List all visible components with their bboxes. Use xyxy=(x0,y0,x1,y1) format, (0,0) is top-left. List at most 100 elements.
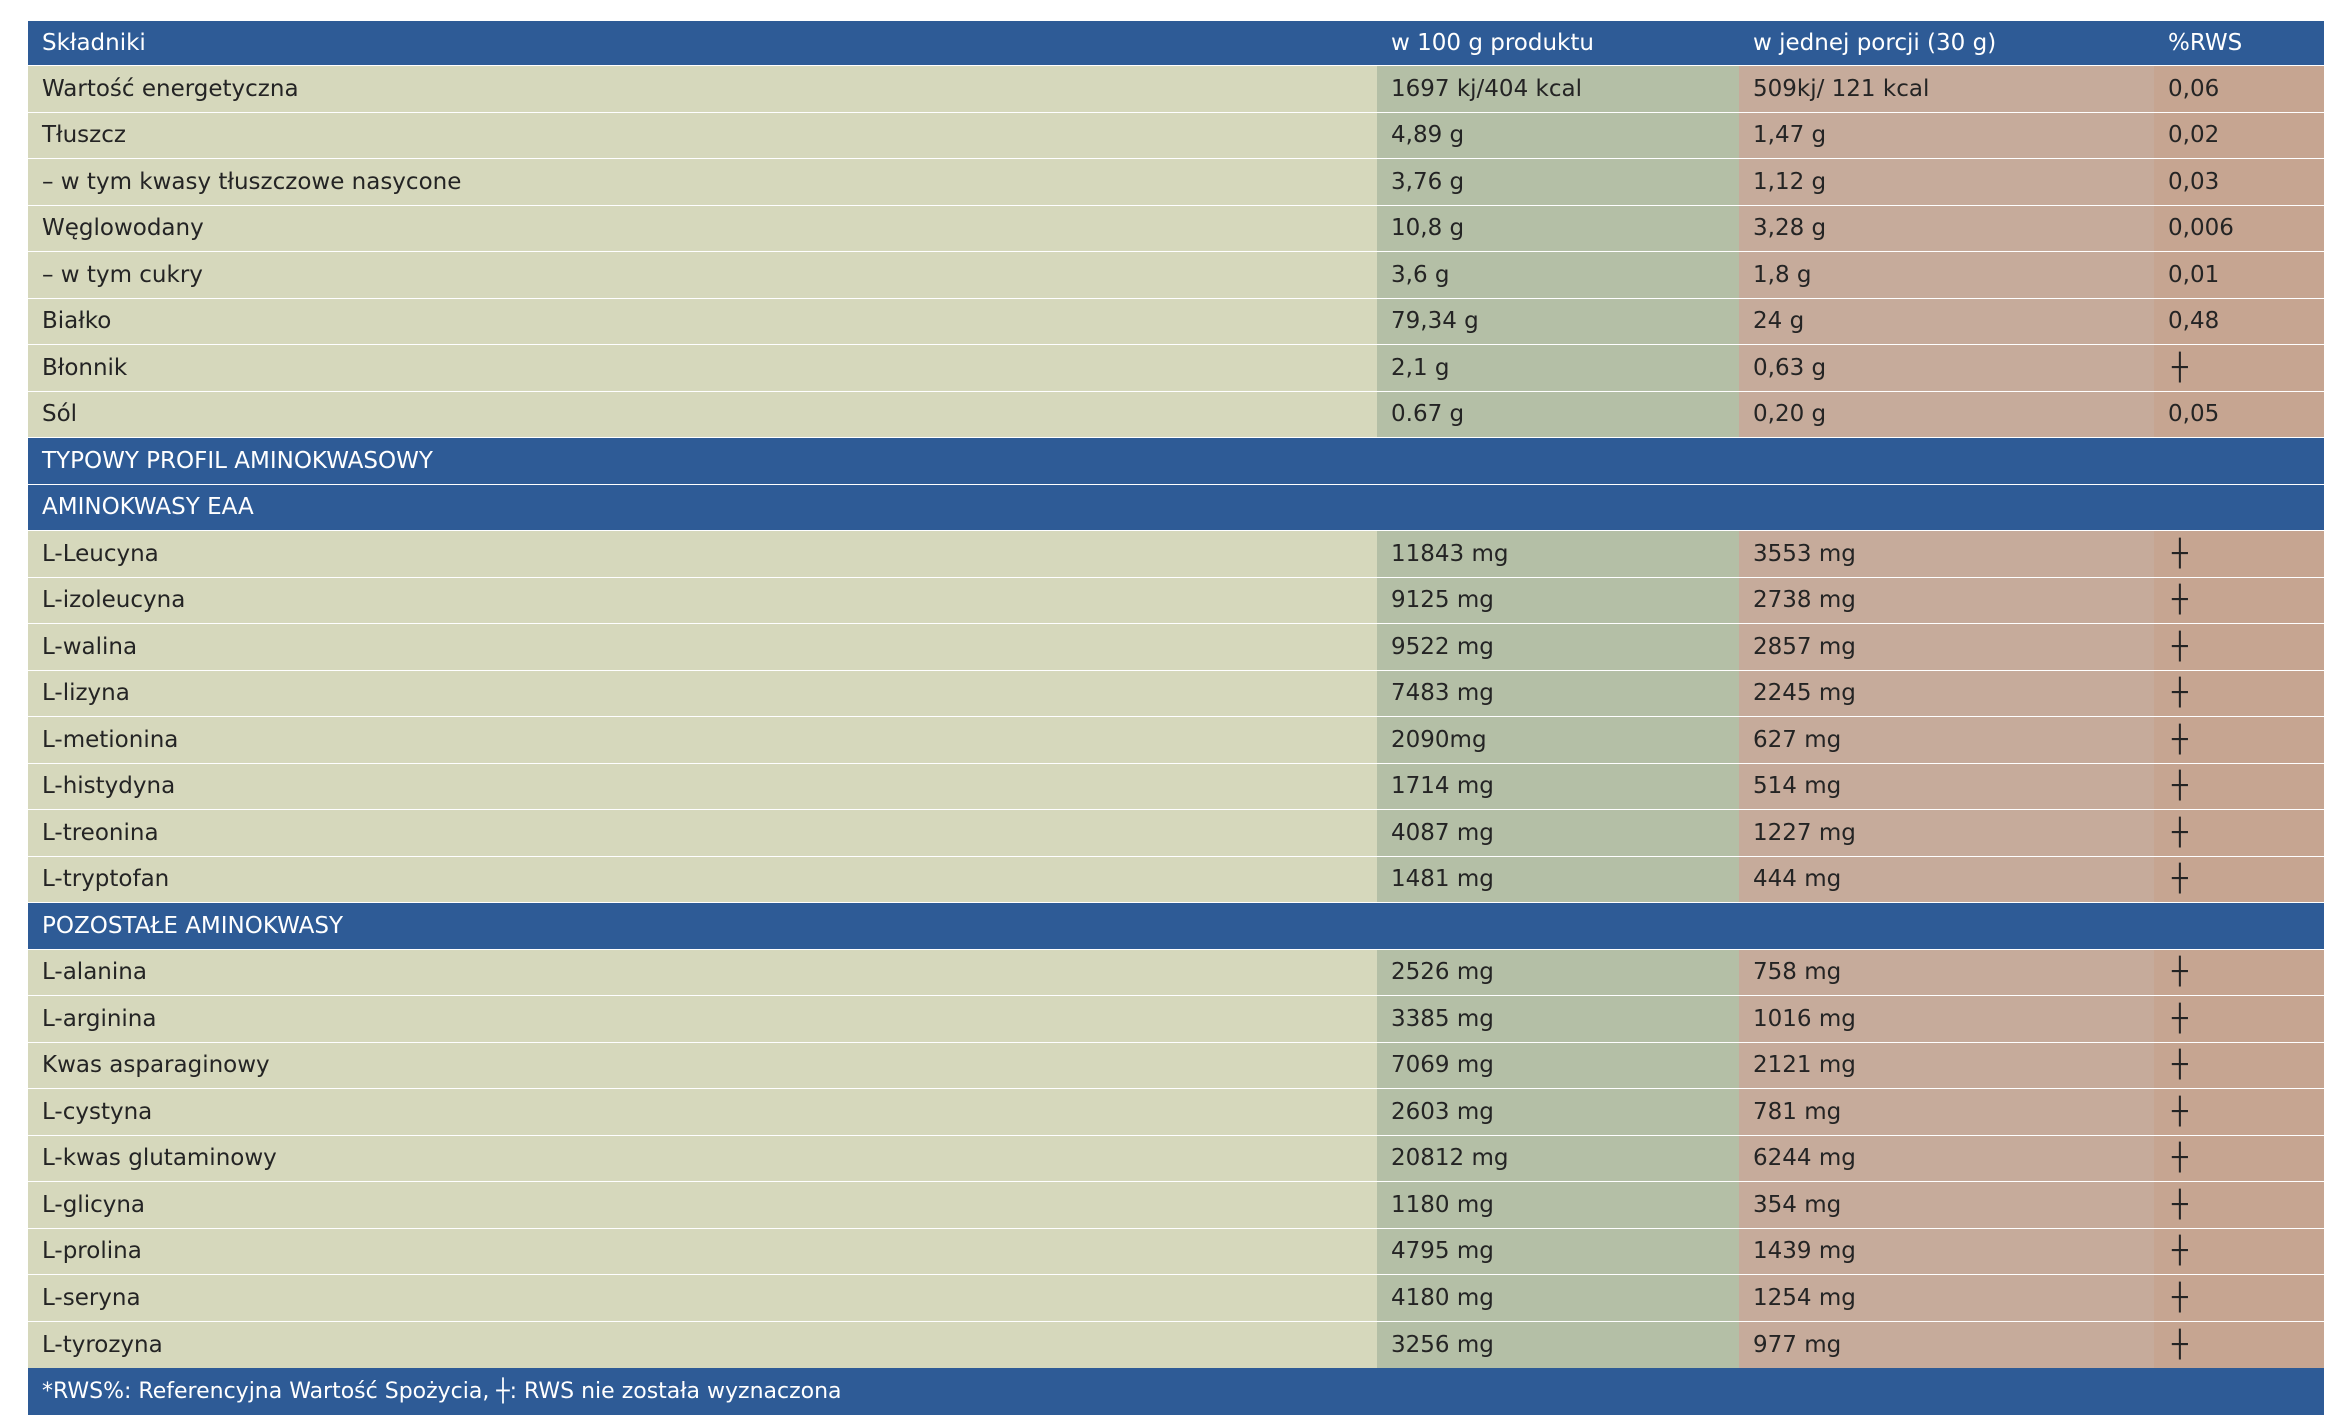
per-100g-cell: 9125 mg xyxy=(1377,577,1739,623)
ingredient-cell: L-arginina xyxy=(28,996,1377,1042)
ingredient-cell: L-seryna xyxy=(28,1275,1377,1321)
ingredient-cell: – w tym cukry xyxy=(28,252,1377,298)
ingredient-cell: L-alanina xyxy=(28,949,1377,995)
table-row: – w tym kwasy tłuszczowe nasycone 3,76 g1… xyxy=(28,159,2324,206)
table-row: Wartość energetyczna 1697 kj/404 kcal 509k… xyxy=(28,66,2324,113)
per-serving-cell: 3553 mg xyxy=(1739,531,2154,577)
per-serving-cell: 3,28 g xyxy=(1739,205,2154,251)
per-serving-cell: 6244 mg xyxy=(1739,1135,2154,1181)
ingredient-cell: Błonnik xyxy=(28,345,1377,391)
header-per-100g: w 100 g produktu xyxy=(1377,21,1739,65)
per-100g-cell: 1180 mg xyxy=(1377,1182,1739,1228)
ingredient-cell: Sól xyxy=(28,391,1377,437)
per-100g-cell: 0.67 g xyxy=(1377,391,1739,437)
per-serving-cell: 1254 mg xyxy=(1739,1275,2154,1321)
per-serving-cell: 1,8 g xyxy=(1739,252,2154,298)
per-serving-cell: 24 g xyxy=(1739,298,2154,344)
rws-cell: ┼ xyxy=(2154,949,2324,995)
per-serving-cell: 2121 mg xyxy=(1739,1042,2154,1088)
ingredient-cell: L-glicyna xyxy=(28,1182,1377,1228)
table-row: L-arginina 3385 mg 1016 mg ┼ xyxy=(28,996,2324,1043)
rws-cell: 0,05 xyxy=(2154,391,2324,437)
rws-cell: ┼ xyxy=(2154,1042,2324,1088)
per-100g-cell: 4087 mg xyxy=(1377,810,1739,856)
per-100g-cell: 3,6 g xyxy=(1377,252,1739,298)
table-header-row: Składniki w 100 g produktu w jednej porc… xyxy=(28,21,2324,66)
per-serving-cell: 354 mg xyxy=(1739,1182,2154,1228)
per-serving-cell: 2245 mg xyxy=(1739,670,2154,716)
rws-cell: ┼ xyxy=(2154,717,2324,763)
per-100g-cell: 1481 mg xyxy=(1377,856,1739,902)
rws-cell: ┼ xyxy=(2154,624,2324,670)
table-row: L-tryptofan 1481 mg 444 mg ┼ xyxy=(28,856,2324,903)
nutrition-table: Składniki w 100 g produktu w jednej porc… xyxy=(28,21,2324,1415)
per-100g-cell: 4795 mg xyxy=(1377,1228,1739,1274)
per-serving-cell: 509kj/ 121 kcal xyxy=(1739,66,2154,112)
rws-cell: 0,06 xyxy=(2154,66,2324,112)
per-100g-cell: 2526 mg xyxy=(1377,949,1739,995)
header-ingredients: Składniki xyxy=(28,21,1377,65)
ingredient-cell: L-histydyna xyxy=(28,763,1377,809)
table-row: L-metionina 2090mg 627 mg ┼ xyxy=(28,717,2324,764)
rws-cell: ┼ xyxy=(2154,1089,2324,1135)
per-100g-cell: 4,89 g xyxy=(1377,112,1739,158)
per-serving-cell: 1227 mg xyxy=(1739,810,2154,856)
table-row: L-prolina 4795 mg 1439 mg ┼ xyxy=(28,1228,2324,1275)
rws-cell: 0,02 xyxy=(2154,112,2324,158)
table-row: – w tym cukry 3,6 g 1,8 g 0,01 xyxy=(28,252,2324,299)
ingredient-cell: Wartość energetyczna xyxy=(28,66,1377,112)
per-serving-cell: 758 mg xyxy=(1739,949,2154,995)
rws-cell: 0,48 xyxy=(2154,298,2324,344)
per-serving-cell: 627 mg xyxy=(1739,717,2154,763)
per-serving-cell: 514 mg xyxy=(1739,763,2154,809)
rws-cell: ┼ xyxy=(2154,1228,2324,1274)
per-100g-cell: 1697 kj/404 kcal xyxy=(1377,66,1739,112)
per-100g-cell: 9522 mg xyxy=(1377,624,1739,670)
table-row: L-tyrozyna 3256 mg 977 mg ┼ xyxy=(28,1321,2324,1368)
table-row: Tłuszcz 4,89 g 1,47 g 0,02 xyxy=(28,112,2324,159)
header-per-serving: w jednej porcji (30 g) xyxy=(1739,21,2154,65)
ingredient-cell: L-tryptofan xyxy=(28,856,1377,902)
per-100g-cell: 7069 mg xyxy=(1377,1042,1739,1088)
ingredient-cell: L-walina xyxy=(28,624,1377,670)
table-row: Kwas asparaginowy 7069 mg 2121 mg ┼ xyxy=(28,1042,2324,1089)
ingredient-cell: Kwas asparaginowy xyxy=(28,1042,1377,1088)
rws-cell: ┼ xyxy=(2154,1321,2324,1368)
footnote: *RWS%: Referencyjna Wartość Spożycia, ┼:… xyxy=(42,1378,842,1404)
rws-cell: 0,006 xyxy=(2154,205,2324,251)
table-footer-row: *RWS%: Referencyjna Wartość Spożycia, ┼:… xyxy=(28,1368,2324,1415)
table-row: L-Leucyna 11843 mg 3553 mg ┼ xyxy=(28,531,2324,578)
rws-cell: ┼ xyxy=(2154,856,2324,902)
section-header-row: TYPOWY PROFIL AMINOKWASOWY xyxy=(28,438,2324,485)
rws-cell: ┼ xyxy=(2154,531,2324,577)
per-100g-cell: 2603 mg xyxy=(1377,1089,1739,1135)
ingredient-cell: Węglowodany xyxy=(28,205,1377,251)
rws-cell: ┼ xyxy=(2154,577,2324,623)
ingredient-cell: Białko xyxy=(28,298,1377,344)
table-row: L-lizyna 7483 mg 2245 mg ┼ xyxy=(28,670,2324,717)
per-100g-cell: 2,1 g xyxy=(1377,345,1739,391)
section-header-row: AMINOKWASY EAA xyxy=(28,484,2324,531)
table-row: L-cystyna 2603 mg 781 mg ┼ xyxy=(28,1089,2324,1136)
ingredient-cell: L-kwas glutaminowy xyxy=(28,1135,1377,1181)
per-serving-cell: 2738 mg xyxy=(1739,577,2154,623)
table-row: L-treonina 4087 mg 1227 mg ┼ xyxy=(28,810,2324,857)
table-row: L-izoleucyna 9125 mg 2738 mg ┼ xyxy=(28,577,2324,624)
ingredient-cell: L-Leucyna xyxy=(28,531,1377,577)
per-serving-cell: 444 mg xyxy=(1739,856,2154,902)
per-100g-cell: 20812 mg xyxy=(1377,1135,1739,1181)
per-serving-cell: 1,47 g xyxy=(1739,112,2154,158)
per-100g-cell: 11843 mg xyxy=(1377,531,1739,577)
rws-cell: 0,03 xyxy=(2154,159,2324,205)
per-serving-cell: 2857 mg xyxy=(1739,624,2154,670)
ingredient-cell: L-cystyna xyxy=(28,1089,1377,1135)
per-100g-cell: 3385 mg xyxy=(1377,996,1739,1042)
table-body: Wartość energetyczna 1697 kj/404 kcal 509k… xyxy=(28,66,2324,1368)
per-serving-cell: 1016 mg xyxy=(1739,996,2154,1042)
ingredient-cell: – w tym kwasy tłuszczowe nasycone xyxy=(28,159,1377,205)
per-100g-cell: 1714 mg xyxy=(1377,763,1739,809)
table-row: L-walina 9522 mg 2857 mg ┼ xyxy=(28,624,2324,671)
rws-cell: ┼ xyxy=(2154,1182,2324,1228)
rws-cell: ┼ xyxy=(2154,996,2324,1042)
table-row: L-seryna 4180 mg 1254 mg ┼ xyxy=(28,1275,2324,1322)
